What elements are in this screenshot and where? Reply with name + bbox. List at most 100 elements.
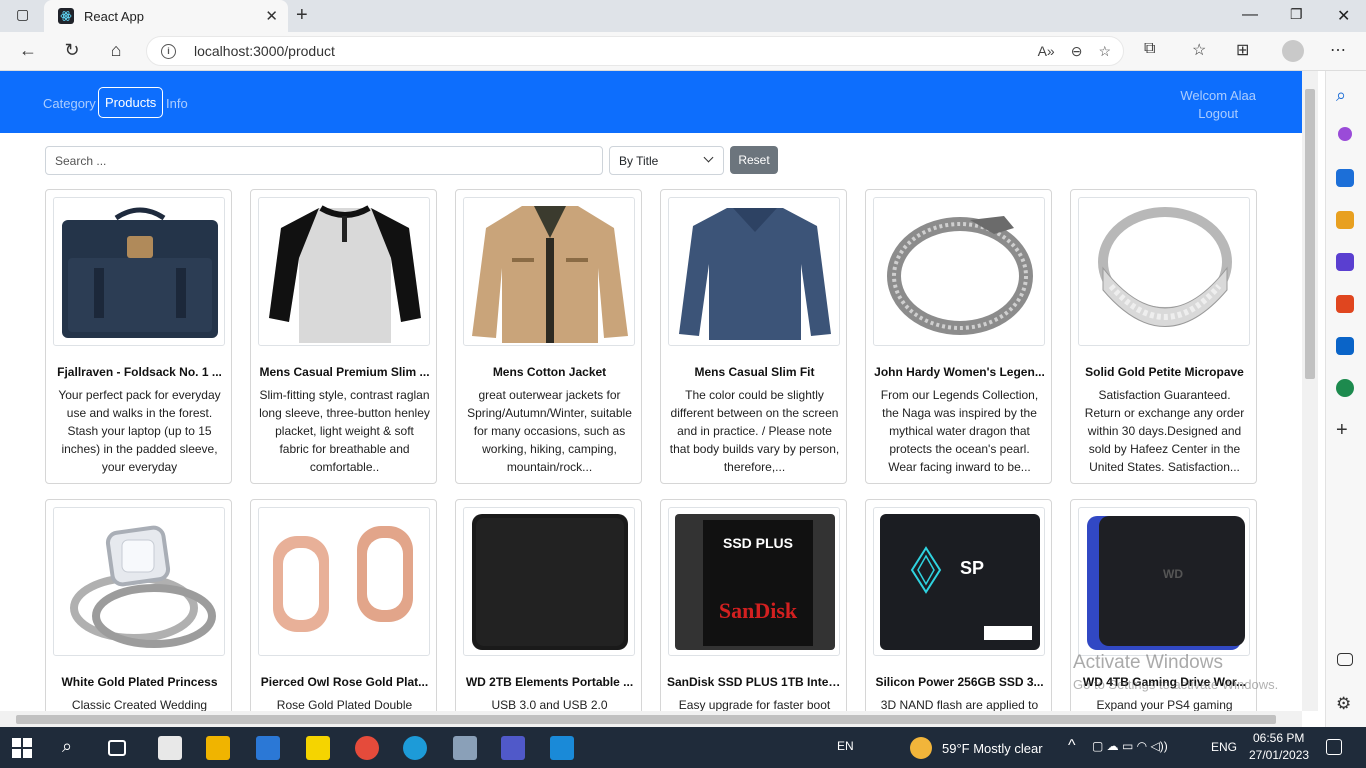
games-icon[interactable] (1336, 253, 1354, 271)
nav-category-link[interactable]: Category (43, 96, 96, 111)
product-card[interactable]: SSD PLUS SanDisk SanDisk SSD PLUS 1TB In… (660, 499, 847, 711)
vscode-icon[interactable] (550, 736, 574, 760)
product-title: Fjallraven - Foldsack No. 1 ... (57, 365, 222, 379)
windows-start-icon[interactable] (12, 738, 32, 758)
browser-tab[interactable]: React App ✕ (44, 0, 288, 32)
product-card[interactable]: Mens Cotton Jacket great outerwear jacke… (455, 189, 642, 484)
reset-button[interactable]: Reset (730, 146, 778, 174)
back-icon[interactable]: ← (16, 40, 40, 61)
outlook-icon[interactable] (1336, 337, 1354, 355)
svg-text:WD: WD (1163, 567, 1183, 581)
new-tab-icon[interactable]: + (296, 4, 308, 27)
product-description: great outerwear jackets for Spring/Autum… (467, 388, 632, 474)
product-card[interactable]: Fjallraven - Foldsack No. 1 ... Your per… (45, 189, 232, 484)
notifications-icon[interactable] (1326, 739, 1342, 755)
sort-select-value: By Title (619, 153, 659, 168)
product-description: 3D NAND flash are applied to (880, 698, 1039, 711)
extensions-icon[interactable]: ⧉ (1144, 40, 1155, 58)
keyboard-lang[interactable]: EN (837, 739, 854, 753)
task-view-icon[interactable] (108, 740, 126, 756)
product-card[interactable]: WD 2TB Elements Portable ... USB 3.0 and… (455, 499, 642, 711)
product-image (258, 507, 430, 656)
react-favicon-icon (58, 8, 74, 24)
chrome-icon[interactable] (355, 736, 379, 760)
product-card[interactable]: Solid Gold Petite Micropave Satisfaction… (1070, 189, 1257, 484)
zoom-icon[interactable]: ⊖ (1071, 43, 1083, 60)
app-navbar: Category Products Info Welcom Alaa Logou… (0, 71, 1302, 133)
logout-link[interactable]: Logout (1180, 105, 1256, 123)
product-image (53, 507, 225, 656)
tab-close-icon[interactable]: ✕ (265, 7, 278, 25)
nav-products-link[interactable]: Products (98, 87, 164, 118)
edge-icon[interactable] (403, 736, 427, 760)
collections-icon[interactable]: ⊞ (1236, 40, 1249, 60)
mail-icon[interactable] (256, 736, 280, 760)
settings-gear-icon[interactable]: ⚙ (1336, 695, 1354, 713)
home-icon[interactable]: ⌂ (104, 40, 128, 61)
vertical-scroll-thumb[interactable] (1305, 89, 1315, 379)
search-input[interactable] (45, 146, 603, 175)
product-description: Classic Created Wedding (71, 698, 208, 711)
product-description: Slim-fitting style, contrast raglan long… (259, 388, 430, 474)
tools-icon[interactable] (1336, 211, 1354, 229)
nav-info-link[interactable]: Info (166, 96, 188, 111)
tray-icons[interactable]: ▢ ☁ ▭ ◠ ◁)) (1092, 739, 1168, 753)
clock-date[interactable]: 27/01/2023 (1249, 748, 1309, 762)
edge-sidebar: ⌕ + ⚙ (1325, 71, 1366, 727)
browser-tab-bar: ▢ React App ✕ + — ❐ ✕ (0, 0, 1366, 32)
product-description: Your perfect pack for everyday use and w… (58, 388, 221, 474)
input-language[interactable]: ENG (1211, 740, 1237, 754)
product-card[interactable]: White Gold Plated Princess Classic Creat… (45, 499, 232, 711)
product-title: Mens Cotton Jacket (492, 365, 607, 379)
refresh-icon[interactable]: ↻ (60, 40, 84, 61)
add-icon[interactable]: + (1336, 420, 1354, 440)
weather-moon-icon[interactable] (910, 737, 932, 759)
url-field[interactable]: i localhost:3000/product A» ⊖ ☆ (146, 36, 1124, 66)
computer-icon[interactable] (453, 736, 477, 760)
chevron-down-icon (703, 152, 714, 163)
product-title: Pierced Owl Rose Gold Plat... (260, 675, 429, 689)
read-aloud-icon[interactable]: A» (1038, 43, 1055, 60)
product-card[interactable]: Pierced Owl Rose Gold Plat... Rose Gold … (250, 499, 437, 711)
office-icon[interactable] (1336, 295, 1354, 313)
product-title: WD 2TB Elements Portable ... (465, 675, 634, 689)
activate-windows-subtitle: Go to Settings to activate Windows. (1073, 677, 1279, 692)
file-explorer-icon[interactable] (206, 736, 230, 760)
tree-icon[interactable] (1336, 379, 1354, 397)
product-title: Silicon Power 256GB SSD 3... (875, 675, 1044, 689)
product-image: SSD PLUS SanDisk (668, 507, 840, 656)
site-info-icon[interactable]: i (161, 43, 176, 59)
clock-time[interactable]: 06:56 PM (1253, 731, 1304, 745)
profile-avatar[interactable] (1282, 40, 1304, 62)
product-card[interactable]: SP Silicon Power 256GB SSD 3... 3D NAND … (865, 499, 1052, 711)
favorite-add-icon[interactable]: ☆ (1098, 43, 1111, 60)
window-close-icon[interactable]: ✕ (1337, 6, 1350, 26)
product-card[interactable]: Mens Casual Premium Slim ... Slim-fittin… (250, 189, 437, 484)
horizontal-scroll-thumb[interactable] (16, 715, 1276, 724)
product-card[interactable]: John Hardy Women's Legen... From our Leg… (865, 189, 1052, 484)
sidebar-toggle-icon[interactable] (1337, 653, 1353, 666)
more-menu-icon[interactable]: ⋯ (1330, 40, 1346, 60)
sort-select[interactable]: By Title (609, 146, 724, 175)
product-card[interactable]: Mens Casual Slim Fit The color could be … (660, 189, 847, 484)
favorites-icon[interactable]: ☆ (1192, 40, 1206, 60)
horizontal-scrollbar[interactable] (0, 711, 1302, 727)
search-taskbar-icon[interactable]: ⌕ (62, 736, 86, 760)
sticky-notes-icon[interactable] (306, 736, 330, 760)
tab-title: React App (84, 8, 144, 24)
restore-icon[interactable]: ❐ (1290, 6, 1303, 23)
store-icon[interactable] (158, 736, 182, 760)
product-title: White Gold Plated Princess (61, 675, 218, 689)
product-image (258, 197, 430, 346)
product-description: From our Legends Collection, the Naga wa… (880, 388, 1039, 474)
product-description: Rose Gold Plated Double (276, 698, 413, 711)
tab-actions-icon[interactable]: ▢ (16, 6, 29, 23)
search-icon[interactable]: ⌕ (1336, 85, 1354, 105)
tray-chevron-icon[interactable]: ^ (1068, 737, 1076, 755)
vertical-scrollbar[interactable] (1302, 71, 1318, 711)
copilot-icon[interactable] (1338, 127, 1352, 141)
minimize-icon[interactable]: — (1242, 6, 1258, 24)
shopping-icon[interactable] (1336, 169, 1354, 187)
teams-icon[interactable] (501, 736, 525, 760)
weather-text[interactable]: 59°F Mostly clear (942, 741, 1043, 756)
